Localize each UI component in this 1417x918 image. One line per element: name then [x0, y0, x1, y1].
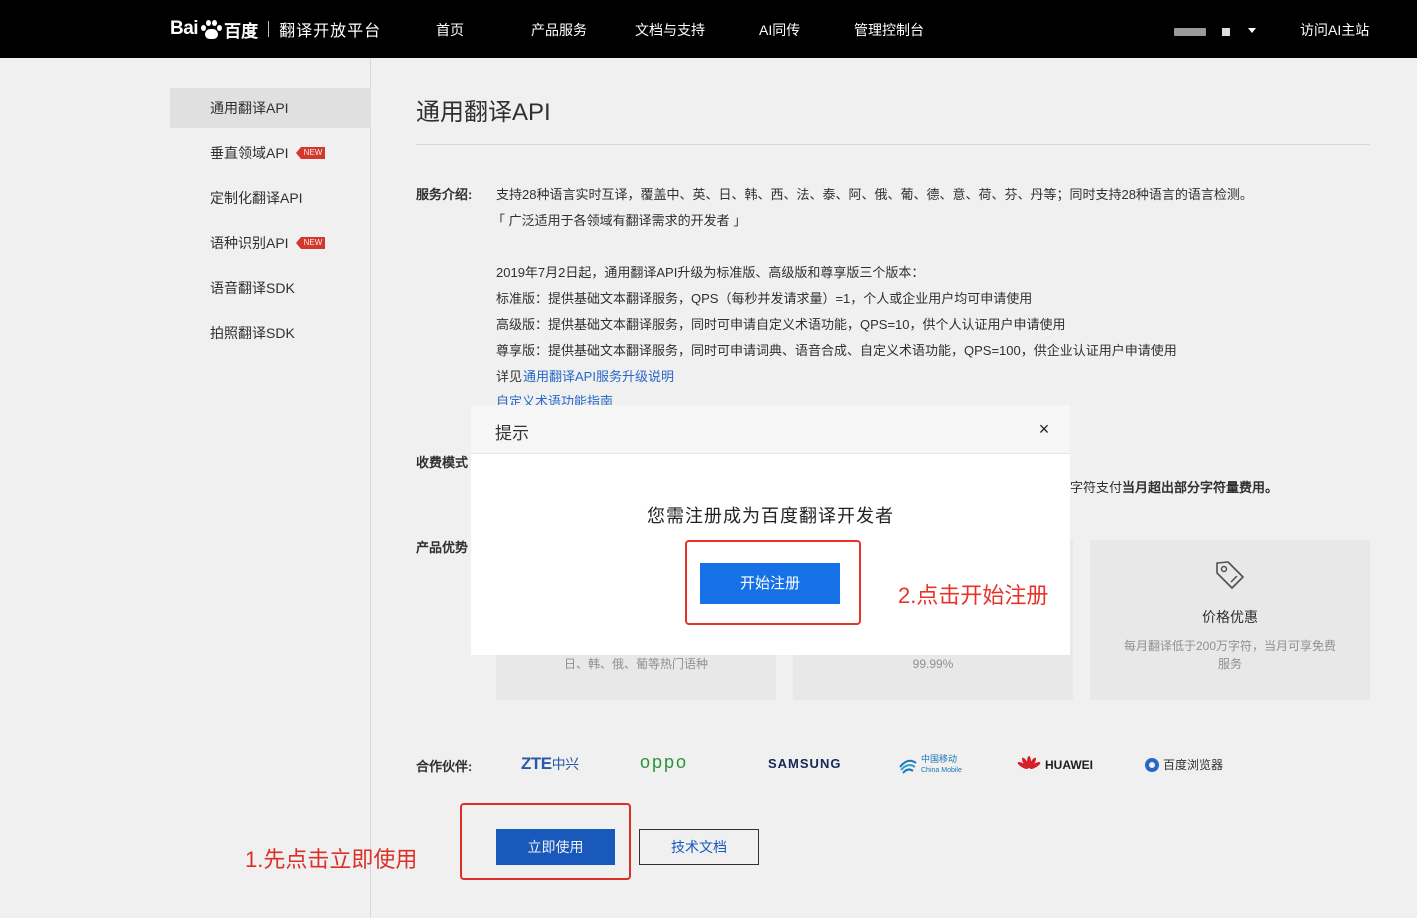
dialog-message: 您需注册成为百度翻译开发者 — [647, 506, 894, 526]
visit-ai-link[interactable]: 访问AI主站 — [1300, 20, 1369, 40]
nav-console[interactable]: 管理控制台 — [854, 20, 924, 40]
nav-docs-support[interactable]: 文档与支持 — [635, 20, 705, 40]
paw-icon — [200, 19, 223, 39]
annotation-highlight-register — [685, 540, 861, 625]
nav-ai-interpretation[interactable]: AI同传 — [759, 20, 800, 40]
caret-down-icon — [1248, 27, 1256, 33]
logo-text-bai: Bai — [170, 18, 199, 39]
platform-name: 翻译开放平台 — [279, 23, 382, 40]
dialog-header: 提示 × — [471, 405, 1070, 454]
close-icon[interactable]: × — [1034, 419, 1054, 439]
username-masked-dot — [1222, 28, 1230, 36]
logo-divider — [268, 21, 270, 37]
user-menu[interactable] — [1174, 27, 1256, 36]
baidu-logo[interactable]: Bai 百度 翻译开放平台 — [170, 12, 381, 46]
nav-products[interactable]: 产品服务 — [531, 20, 587, 40]
nav-home[interactable]: 首页 — [436, 20, 464, 40]
dialog-title: 提示 — [495, 424, 529, 443]
username-masked — [1174, 28, 1206, 36]
logo-text-baidu-cn: 百度 — [224, 21, 259, 41]
top-navbar: Bai 百度 翻译开放平台 首页 产品服务 文档与支持 AI同传 管理控制台 访… — [0, 0, 1417, 58]
annotation-step2: 2.点击开始注册 — [898, 583, 1049, 608]
